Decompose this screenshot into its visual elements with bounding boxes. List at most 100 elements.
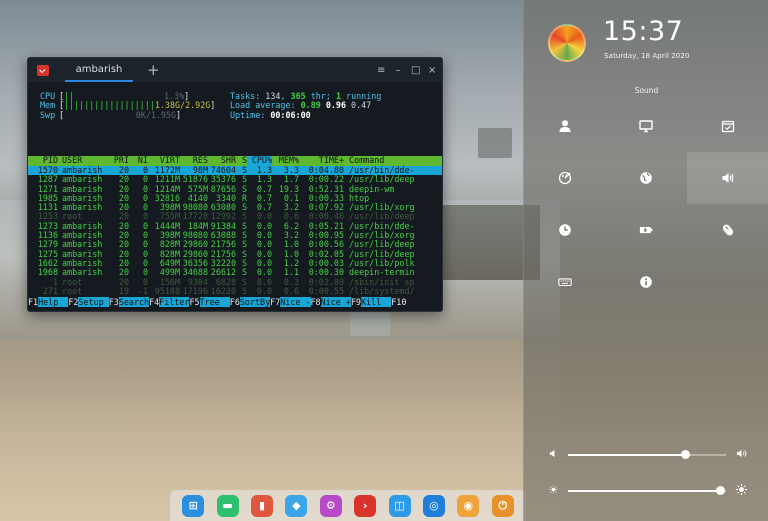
column-cpu[interactable]: CPU% <box>247 156 272 166</box>
fkey-label[interactable]: Setup <box>78 297 109 308</box>
process-cell-user: ambarish <box>62 249 103 259</box>
process-row[interactable]: 1985 ambarish 20 0 32816 4140 3340 R 0.7 0.1 0:00.… <box>28 194 442 203</box>
fkey-label[interactable]: Nice - <box>280 297 311 308</box>
dock-launcher-icon[interactable]: ⊞ <box>182 494 205 517</box>
volume-slider-handle[interactable] <box>680 450 690 459</box>
column-command[interactable]: Command <box>344 156 434 166</box>
process-cell-shr: 35376 <box>210 175 236 185</box>
process-cell-ni: 0 <box>142 240 148 250</box>
column-shr[interactable]: SHR <box>208 156 236 166</box>
tile-default-applications[interactable] <box>687 100 768 152</box>
process-cell-shr: 91384 <box>210 221 236 231</box>
tile-sound[interactable] <box>687 152 768 204</box>
fkey-label[interactable]: Nice + <box>320 297 351 308</box>
menu-button[interactable]: ≡ <box>377 65 385 76</box>
fkey-f8[interactable]: F8 <box>310 297 321 308</box>
process-cell-virt: 1444M <box>154 221 180 231</box>
process-cell-time: 0:00.22 <box>308 175 344 185</box>
brightness-slider-handle[interactable] <box>715 486 725 495</box>
fkey-f6[interactable]: F6 <box>229 297 240 308</box>
process-row[interactable]: 1136 ambarish 20 0 398M 98080 63088 S 0.0 3.2 0:00… <box>28 231 442 240</box>
settings-grid <box>524 100 768 308</box>
fkey-label[interactable]: Search <box>118 297 150 308</box>
process-cell-pri: 20 <box>118 212 129 222</box>
clock-date: Saturday, 18 April 2020 <box>604 51 690 60</box>
fkey-f7[interactable]: F7 <box>270 297 281 308</box>
column-time[interactable]: TIME+ <box>299 156 344 166</box>
fkey-label[interactable]: Filter <box>159 297 190 308</box>
process-cell-shr: 63088 <box>210 231 236 241</box>
process-row[interactable]: 1662 ambarish 20 0 649M 36356 32220 S 0.0 1.2 0:00… <box>28 259 442 268</box>
dock-file-manager-icon[interactable]: ▬ <box>216 494 239 517</box>
process-row[interactable]: 1131 ambarish 20 0 398M 98080 63080 S 0.7 3.2 0:07… <box>28 203 442 212</box>
tile-power[interactable] <box>606 204 688 256</box>
fkey-f9[interactable]: F9 <box>350 297 361 308</box>
tile-mouse[interactable] <box>687 204 768 256</box>
tile-keyboard[interactable] <box>524 256 606 308</box>
dock-browser-icon[interactable]: ◉ <box>457 494 480 517</box>
tile-date-and-time[interactable] <box>524 204 606 256</box>
brightness-slider[interactable] <box>568 486 726 495</box>
process-cell-shr: 21756 <box>210 249 236 259</box>
fkey-label[interactable]: Kill <box>360 297 392 308</box>
column-mem[interactable]: MEM% <box>272 156 299 166</box>
process-row[interactable]: 1253 root 20 0 755M 17728 12992 S 0.0 0.6 0:00.48 /… <box>28 212 442 221</box>
process-row[interactable]: 1275 ambarish 20 0 828M 29860 21756 S 0.0 1.0 0:02… <box>28 250 442 259</box>
process-cell-virt: 398M <box>159 231 180 241</box>
column-user[interactable]: USER <box>58 156 108 166</box>
fkey-label[interactable]: Tree <box>199 297 230 308</box>
process-row[interactable]: 1273 ambarish 20 0 1444M 184M 91384 S 0.0 6.2 0:05… <box>28 222 442 231</box>
process-cell-cmd: /usr/bin/dde- <box>349 221 415 231</box>
dock-video-icon[interactable]: ▮ <box>250 494 273 517</box>
column-res[interactable]: RES <box>180 156 208 166</box>
fkey-f4[interactable]: F4 <box>149 297 160 308</box>
maximize-button[interactable]: □ <box>411 65 420 76</box>
process-cell-cmd: /lib/systemd/ <box>349 286 415 296</box>
fkey-f3[interactable]: F3 <box>108 297 119 308</box>
control-center: 15:37 Saturday, 18 April 2020 Sound <box>523 0 768 521</box>
fkey-label[interactable]: Help <box>38 297 69 308</box>
tile-personalization[interactable] <box>524 152 606 204</box>
process-row[interactable]: 1279 ambarish 20 0 828M 29860 21756 S 0.0 1.0 0:00… <box>28 240 442 249</box>
column-ni[interactable]: NI <box>129 156 148 166</box>
tile-accounts[interactable] <box>524 100 606 152</box>
process-cell-pri: 19 <box>118 286 129 296</box>
dock-terminal-icon[interactable]: › <box>354 494 377 517</box>
process-row[interactable]: 1570 ambarish 20 0 1172M 98M 74604 S 1.3 3.3 0:04.… <box>28 166 442 176</box>
add-tab-button[interactable]: + <box>147 61 160 79</box>
brightness-slider-fill <box>568 490 720 492</box>
volume-slider[interactable] <box>568 450 726 459</box>
terminal-tab[interactable]: ambarish <box>65 58 133 82</box>
column-virt[interactable]: VIRT <box>148 156 180 166</box>
column-pri[interactable]: PRI <box>108 156 129 166</box>
fkey-label[interactable]: SortBy <box>239 297 271 308</box>
process-cell-time: 0:00.30 <box>308 268 344 278</box>
process-row[interactable]: 1968 ambarish 20 0 499M 34688 26612 S 0.0 1.1 0:00… <box>28 268 442 277</box>
fkey-f10[interactable]: F10 <box>391 297 407 308</box>
process-row[interactable]: 1287 ambarish 20 0 1211M 51876 35376 S 1.3 1.7 0:0… <box>28 175 442 184</box>
process-table-header[interactable]: PID USER PRI NI VIRT RES SHR S CPU% MEM%… <box>28 156 442 166</box>
tile-network[interactable] <box>606 152 688 204</box>
dock-power-icon[interactable]: ⏻ <box>491 494 514 517</box>
fkey-f1[interactable]: F1 <box>28 297 39 308</box>
htop-output[interactable]: CPU[|| 1.3%] Mem[|||||||||||||||||| 1.38G/… <box>28 82 442 308</box>
process-table[interactable]: 1570 ambarish 20 0 1172M 98M 74604 S 1.3 3.3 0:04.… <box>28 166 442 296</box>
fkey-f5[interactable]: F5 <box>189 297 200 308</box>
dock-app-store-icon[interactable]: ◆ <box>285 494 308 517</box>
tile-display[interactable] <box>606 100 688 152</box>
dock-screen-recorder-icon[interactable]: ◎ <box>422 494 445 517</box>
terminal-titlebar[interactable]: ambarish + ≡ – □ × <box>28 58 442 82</box>
terminal-window[interactable]: ambarish + ≡ – □ × CPU[|| 1.3%] Mem[|||||… <box>27 57 443 312</box>
tile-system-info[interactable] <box>606 256 688 308</box>
column-pid[interactable]: PID <box>28 156 58 166</box>
column-state[interactable]: S <box>236 156 247 166</box>
user-avatar[interactable] <box>548 24 586 62</box>
process-row[interactable]: 1271 ambarish 20 0 1214M 575M 87656 S 0.7 19.3 0:5… <box>28 185 442 194</box>
dock-system-monitor-icon[interactable]: ◫ <box>388 494 411 517</box>
process-row[interactable]: 1 root 20 0 156M 9304 6828 S 0.0 0.3 0:02.09/sbin/… <box>28 278 442 287</box>
minimize-button[interactable]: – <box>394 65 402 76</box>
fkey-f2[interactable]: F2 <box>68 297 79 308</box>
dock-settings-icon[interactable]: ⚙ <box>319 494 342 517</box>
process-row[interactable]: 271 root 19 -1 95108 17196 16220 S 0.0 0.6 0:00.55… <box>28 287 442 296</box>
close-button[interactable]: × <box>428 65 436 76</box>
